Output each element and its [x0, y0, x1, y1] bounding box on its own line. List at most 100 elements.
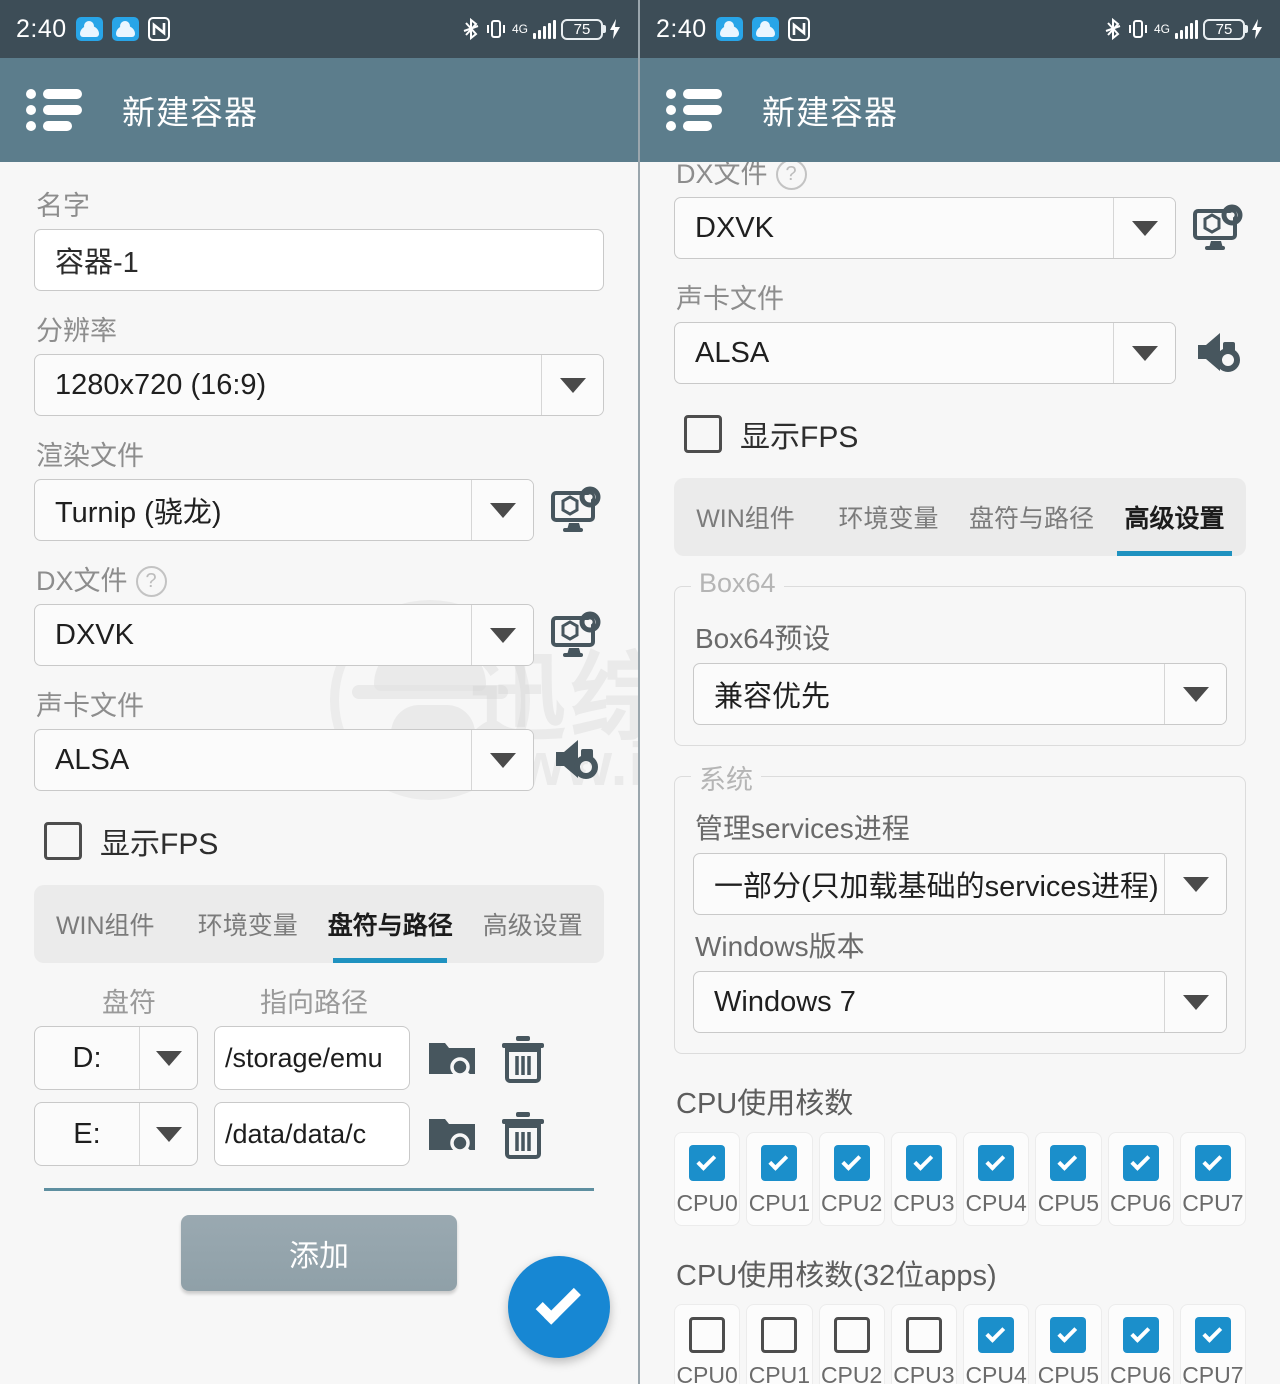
help-icon[interactable]: ? — [775, 162, 807, 190]
tab-win-components[interactable]: WIN组件 — [674, 478, 817, 556]
cpu32-checkbox-2[interactable] — [833, 1317, 870, 1353]
cpu32-core-0[interactable]: CPU0 — [674, 1304, 741, 1384]
box64-preset-value: 兼容优先 — [714, 681, 831, 713]
cpu-label-3: CPU3 — [893, 1190, 955, 1216]
audio-settings-speaker-icon[interactable] — [1192, 326, 1246, 380]
vibrate-icon — [485, 18, 507, 40]
resolution-select[interactable]: 1280x720 (16:9) — [34, 354, 604, 416]
tab-win-components[interactable]: WIN组件 — [34, 885, 177, 963]
cpu-core-5[interactable]: CPU5 — [1035, 1132, 1102, 1226]
cpu32-label-3: CPU3 — [893, 1362, 955, 1384]
cpu-checkbox-2[interactable] — [833, 1145, 870, 1181]
tab-advanced[interactable]: 高级设置 — [1103, 478, 1246, 556]
cpu-core-4[interactable]: CPU4 — [963, 1132, 1030, 1226]
cpu-checkbox-3[interactable] — [905, 1145, 942, 1181]
cpu32-checkbox-6[interactable] — [1122, 1317, 1159, 1353]
status-bar-right-screen: 2:40 4G 75 — [640, 0, 1280, 58]
chevron-down-icon[interactable] — [1164, 972, 1226, 1032]
show-fps-checkbox[interactable] — [44, 822, 82, 860]
drive-path-input-0[interactable]: /storage/emu — [214, 1026, 410, 1090]
cpu32-core-6[interactable]: CPU6 — [1107, 1304, 1174, 1384]
name-field-group: 名字 容器-1 — [34, 184, 604, 291]
cpu-core-1[interactable]: CPU1 — [746, 1132, 813, 1226]
dx-label-text: DX文件 — [676, 162, 768, 189]
cpu32-checkbox-1[interactable] — [761, 1317, 798, 1353]
tab-advanced[interactable]: 高级设置 — [462, 885, 605, 963]
chevron-down-icon[interactable] — [139, 1027, 197, 1089]
audio-select[interactable]: ALSA — [34, 729, 534, 791]
cpu-core-3[interactable]: CPU3 — [890, 1132, 957, 1226]
chevron-down-icon[interactable] — [1164, 854, 1226, 914]
winver-select[interactable]: Windows 7 — [693, 971, 1227, 1033]
browse-folder-icon-0[interactable] — [426, 1031, 480, 1085]
cpu32-checkbox-7[interactable] — [1194, 1317, 1231, 1353]
audio-select-right[interactable]: ALSA — [674, 322, 1176, 384]
tab-drives-paths[interactable]: 盘符与路径 — [319, 885, 462, 963]
cpu-core-7[interactable]: CPU7 — [1179, 1132, 1246, 1226]
chevron-down-icon[interactable] — [471, 730, 533, 790]
browse-folder-icon-1[interactable] — [426, 1107, 480, 1161]
chevron-down-icon[interactable] — [1113, 198, 1175, 258]
cpu32-core-4[interactable]: CPU4 — [963, 1304, 1030, 1384]
chevron-down-icon[interactable] — [471, 480, 533, 540]
cpu32-label-7: CPU7 — [1182, 1362, 1244, 1384]
cpu-core-6[interactable]: CPU6 — [1107, 1132, 1174, 1226]
cpu-checkbox-0[interactable] — [689, 1145, 726, 1181]
dx-settings-monitor-icon[interactable] — [550, 608, 604, 662]
cpu-label-7: CPU7 — [1182, 1190, 1244, 1216]
add-button[interactable]: 添加 — [181, 1215, 457, 1291]
dx-select-right[interactable]: DXVK — [674, 197, 1176, 259]
services-select[interactable]: 一部分(只加载基础的services进程) — [693, 853, 1227, 915]
signal-icon — [1175, 19, 1198, 39]
cpu32-core-1[interactable]: CPU1 — [746, 1304, 813, 1384]
check-icon — [535, 1279, 581, 1325]
cpu32-core-5[interactable]: CPU5 — [1035, 1304, 1102, 1384]
delete-trash-icon-1[interactable] — [496, 1107, 550, 1161]
cpu-core-0[interactable]: CPU0 — [674, 1132, 741, 1226]
chevron-down-icon[interactable] — [1164, 664, 1226, 724]
tab-drives-paths[interactable]: 盘符与路径 — [960, 478, 1103, 556]
cpu-checkbox-4[interactable] — [978, 1145, 1015, 1181]
cpu32-core-7[interactable]: CPU7 — [1179, 1304, 1246, 1384]
resolution-field-group: 分辨率 1280x720 (16:9) — [34, 309, 604, 416]
cloud-chip-icon — [715, 17, 743, 41]
name-input[interactable]: 容器-1 — [34, 229, 604, 291]
show-fps-row[interactable]: 显示FPS — [44, 819, 604, 863]
cpu-checkbox-7[interactable] — [1194, 1145, 1231, 1181]
dx-select[interactable]: DXVK — [34, 604, 534, 666]
list-menu-icon[interactable] — [26, 89, 82, 131]
confirm-check-fab[interactable] — [508, 1256, 610, 1358]
drive-letter-select-0[interactable]: D: — [34, 1026, 198, 1090]
chevron-down-icon[interactable] — [1113, 323, 1175, 383]
right-scroll-area[interactable]: DX文件? DXVK 声卡文件 ALSA 显示FPS WIN组件 环境变量 盘符… — [640, 162, 1280, 1384]
tab-env-vars[interactable]: 环境变量 — [177, 885, 320, 963]
show-fps-checkbox[interactable] — [684, 415, 722, 453]
page-title: 新建容器 — [122, 94, 258, 131]
drive-letter-select-1[interactable]: E: — [34, 1102, 198, 1166]
list-menu-icon[interactable] — [666, 89, 722, 131]
chevron-down-icon[interactable] — [471, 605, 533, 665]
cloud-chip-icon-2 — [111, 17, 139, 41]
cpu32-checkbox-0[interactable] — [689, 1317, 726, 1353]
dx-settings-monitor-icon[interactable] — [1192, 201, 1246, 255]
delete-trash-icon-0[interactable] — [496, 1031, 550, 1085]
chevron-down-icon[interactable] — [139, 1103, 197, 1165]
cpu32-core-2[interactable]: CPU2 — [818, 1304, 885, 1384]
cpu32-checkbox-3[interactable] — [905, 1317, 942, 1353]
cpu32-checkbox-4[interactable] — [978, 1317, 1015, 1353]
help-icon[interactable]: ? — [135, 566, 167, 597]
cpu32-core-3[interactable]: CPU3 — [890, 1304, 957, 1384]
cpu-checkbox-6[interactable] — [1122, 1145, 1159, 1181]
chevron-down-icon[interactable] — [541, 355, 603, 415]
box64-preset-select[interactable]: 兼容优先 — [693, 663, 1227, 725]
audio-settings-speaker-icon[interactable] — [550, 733, 604, 787]
drive-path-input-1[interactable]: /data/data/c — [214, 1102, 410, 1166]
tab-env-vars[interactable]: 环境变量 — [817, 478, 960, 556]
show-fps-row-right[interactable]: 显示FPS — [684, 412, 1246, 456]
cpu-checkbox-1[interactable] — [761, 1145, 798, 1181]
cpu32-checkbox-5[interactable] — [1050, 1317, 1087, 1353]
renderer-settings-monitor-icon[interactable] — [550, 483, 604, 537]
renderer-select[interactable]: Turnip (骁龙) — [34, 479, 534, 541]
cpu-core-2[interactable]: CPU2 — [818, 1132, 885, 1226]
cpu-checkbox-5[interactable] — [1050, 1145, 1087, 1181]
